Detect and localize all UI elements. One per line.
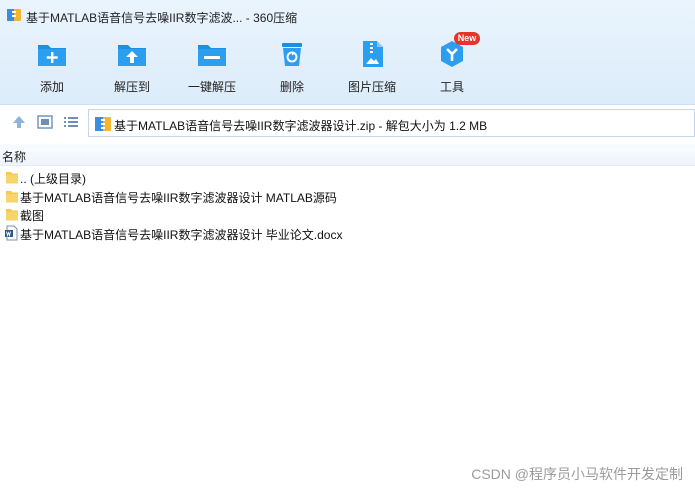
- address-row: 基于MATLAB语音信号去噪IIR数字滤波器设计.zip - 解包大小为 1.2…: [0, 104, 695, 140]
- one-click-extract-label: 一键解压: [187, 80, 236, 94]
- title-bar: 基于MATLAB语音信号去噪IIR数字滤波... - 360压缩: [0, 0, 695, 30]
- list-item-name: .. (上级目录): [20, 172, 86, 186]
- tools-button[interactable]: New 工具: [417, 32, 487, 96]
- app-window: 基于MATLAB语音信号去噪IIR数字滤波... - 360压缩 添加 解压到 …: [0, 0, 695, 494]
- one-click-extract-button[interactable]: 一键解压: [177, 36, 247, 96]
- extract-to-label: 解压到: [113, 80, 150, 94]
- extract-to-button[interactable]: 解压到: [97, 36, 167, 96]
- delete-icon: [282, 43, 302, 66]
- delete-label: 删除: [279, 80, 304, 94]
- window-title: 基于MATLAB语音信号去噪IIR数字滤波... - 360压缩: [26, 11, 298, 25]
- archive-app-icon: [7, 9, 21, 21]
- add-folder-icon: [38, 45, 66, 66]
- list-header: 名称: [0, 144, 695, 166]
- zip-file-icon: [95, 117, 111, 131]
- tools-label: 工具: [439, 80, 464, 94]
- address-path: 基于MATLAB语音信号去噪IIR数字滤波器设计.zip - 解包大小为 1.2…: [114, 119, 488, 133]
- list-item-screenshots[interactable]: 截图: [0, 205, 695, 223]
- extract-to-icon: [118, 45, 146, 66]
- new-badge: New: [454, 32, 480, 45]
- watermark: CSDN @程序员小马软件开发定制: [471, 466, 683, 482]
- list-item-parent-dir[interactable]: .. (上级目录): [0, 168, 695, 186]
- list-item-matlab-source[interactable]: 基于MATLAB语音信号去噪IIR数字滤波器设计 MATLAB源码: [0, 187, 695, 205]
- image-compress-label: 图片压缩: [347, 80, 396, 94]
- folder-icon: [6, 209, 18, 221]
- header-chrome: 基于MATLAB语音信号去噪IIR数字滤波... - 360压缩 添加 解压到 …: [0, 0, 695, 104]
- folder-icon: [6, 172, 18, 184]
- list-item-thesis-docx[interactable]: 基于MATLAB语音信号去噪IIR数字滤波器设计 毕业论文.docx: [0, 224, 695, 242]
- image-compress-button[interactable]: 图片压缩: [337, 36, 407, 96]
- delete-button[interactable]: 删除: [257, 36, 327, 96]
- list-item-name: 基于MATLAB语音信号去噪IIR数字滤波器设计 MATLAB源码: [20, 191, 337, 205]
- list-view-icon[interactable]: [62, 113, 80, 131]
- address-bar[interactable]: 基于MATLAB语音信号去噪IIR数字滤波器设计.zip - 解包大小为 1.2…: [88, 109, 695, 137]
- thumbnail-view-icon[interactable]: [36, 113, 54, 131]
- word-doc-icon: [5, 225, 18, 241]
- add-label: 添加: [39, 80, 64, 94]
- image-compress-icon: [363, 41, 383, 67]
- list-item-name: 截图: [20, 209, 45, 223]
- add-button[interactable]: 添加: [17, 36, 87, 96]
- toolbar: 添加 解压到 一键解压 删除 图片压缩 New 工具: [0, 32, 695, 96]
- column-header-name[interactable]: 名称: [2, 148, 26, 165]
- up-arrow-icon[interactable]: [10, 113, 28, 131]
- one-click-extract-icon: [198, 45, 226, 66]
- folder-icon: [6, 191, 18, 203]
- list-item-name: 基于MATLAB语音信号去噪IIR数字滤波器设计 毕业论文.docx: [20, 228, 343, 242]
